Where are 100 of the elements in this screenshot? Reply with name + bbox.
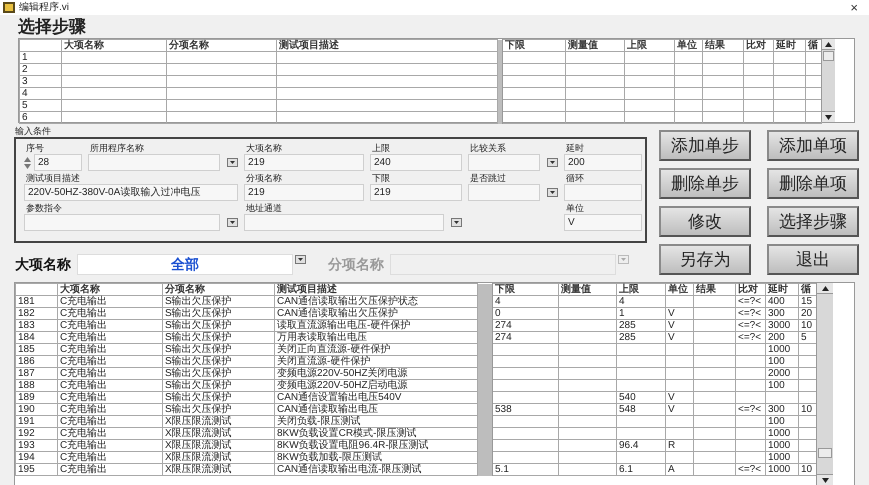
table-cell: 300 xyxy=(768,404,785,415)
input-field[interactable]: 28 xyxy=(34,154,82,171)
table-cell: S输出欠压保护 xyxy=(165,392,232,403)
table-cell: S输出欠压保护 xyxy=(165,296,232,307)
dropdown-button[interactable] xyxy=(227,218,238,227)
scroll-down-button[interactable] xyxy=(817,474,833,485)
close-button[interactable]: × xyxy=(842,1,866,14)
dropdown-button[interactable] xyxy=(227,158,238,167)
input-field[interactable] xyxy=(24,214,220,231)
input-field[interactable] xyxy=(244,214,444,231)
field-label: 测试项目描述 xyxy=(25,172,81,184)
action-button[interactable]: 删除单步 xyxy=(659,168,751,199)
input-field[interactable]: 219 xyxy=(244,154,364,171)
input-field[interactable] xyxy=(88,154,220,171)
scrollbar[interactable] xyxy=(821,39,835,122)
action-button[interactable]: 退出 xyxy=(767,244,859,275)
table-cell: C充电输出 xyxy=(60,332,108,343)
row-number: 186 xyxy=(18,356,35,367)
input-field[interactable]: 220V-50HZ-380V-0A读取输入过冲电压 xyxy=(24,184,238,201)
table-cell: V xyxy=(668,308,675,319)
input-field[interactable]: 219 xyxy=(370,184,462,201)
action-button[interactable]: 选择步骤 xyxy=(767,206,859,237)
column-header: 延时 xyxy=(776,40,796,51)
table-cell: C充电输出 xyxy=(60,356,108,367)
column-header: 比对 xyxy=(738,284,758,295)
table-cell: 1000 xyxy=(768,428,790,439)
field-label: 地址通道 xyxy=(245,202,283,214)
dropdown-button[interactable] xyxy=(451,218,462,227)
table-cell: V xyxy=(668,332,675,343)
table-cell: C充电输出 xyxy=(60,428,108,439)
table-cell: 关闭正向直流源-硬件保护 xyxy=(277,344,390,355)
row-number: 6 xyxy=(22,112,28,123)
input-field[interactable] xyxy=(468,154,540,171)
table-cell: 关闭直流源-硬件保护 xyxy=(277,356,370,367)
input-field[interactable]: 200 xyxy=(564,154,642,171)
table-cell: R xyxy=(668,440,676,451)
dropdown-button[interactable] xyxy=(295,255,306,264)
table-cell: 关闭负载-限压测试 xyxy=(277,416,360,427)
table-cell: 1000 xyxy=(768,344,790,355)
table-cell: C充电输出 xyxy=(60,296,108,307)
section-title: 选择步骤 xyxy=(17,16,87,38)
row-number: 5 xyxy=(22,100,28,111)
input-field[interactable]: 219 xyxy=(244,184,364,201)
table-cell: 变频电源220V-50HZ关闭电源 xyxy=(277,368,408,379)
table-cell: 万用表读取输出电压 xyxy=(277,332,367,343)
table-cell: C充电输出 xyxy=(60,368,108,379)
caret-icon xyxy=(230,161,235,164)
table-cell: 285 xyxy=(619,320,636,331)
table-cell: 15 xyxy=(801,296,812,307)
table-cell: C充电输出 xyxy=(60,404,108,415)
table-cell: CAN通信读取输出欠压保护状态 xyxy=(277,296,418,307)
row-number: 194 xyxy=(18,452,35,463)
input-field[interactable] xyxy=(468,184,540,201)
scrollbar-thumb[interactable] xyxy=(818,448,832,458)
column-header: 分项名称 xyxy=(169,40,209,51)
window-title: 编辑程序.vi xyxy=(19,2,69,14)
table-cell: 8KW负载设置电阻96.4R-限压测试 xyxy=(277,440,429,451)
row-number: 188 xyxy=(18,380,35,391)
table-cell: 100 xyxy=(768,380,785,391)
scroll-up-button[interactable] xyxy=(817,283,833,294)
scrollbar-thumb[interactable] xyxy=(823,51,834,61)
input-field[interactable]: V xyxy=(564,214,642,231)
table-cell: 300 xyxy=(768,308,785,319)
column-header: 下限 xyxy=(505,40,525,51)
caret-icon xyxy=(550,191,555,194)
row-number: 182 xyxy=(18,308,35,319)
column-header: 单位 xyxy=(677,40,697,51)
arrow-down-icon xyxy=(825,114,832,120)
scroll-down-button[interactable] xyxy=(822,111,835,122)
table-cell: 5.1 xyxy=(495,464,509,475)
filter-dropdown[interactable]: 全部 xyxy=(77,254,293,274)
dropdown-button[interactable] xyxy=(547,188,558,197)
input-field[interactable]: 240 xyxy=(370,154,462,171)
table-cell: 1000 xyxy=(768,452,790,463)
column-header: 下限 xyxy=(495,284,515,295)
field-label: 所用程序名称 xyxy=(89,142,145,154)
table-cell: 285 xyxy=(619,332,636,343)
dropdown-button[interactable] xyxy=(547,158,558,167)
table-cell: 5 xyxy=(801,332,807,343)
action-button[interactable]: 删除单项 xyxy=(767,168,859,199)
column-header: 循 xyxy=(808,40,818,51)
group-label: 输入条件 xyxy=(14,126,52,137)
table-cell: S输出欠压保护 xyxy=(165,356,232,367)
action-button[interactable]: 另存为 xyxy=(659,244,751,275)
table-cell: 3000 xyxy=(768,320,790,331)
input-field[interactable] xyxy=(564,184,642,201)
row-number: 190 xyxy=(18,404,35,415)
action-button[interactable]: 添加单步 xyxy=(659,130,751,161)
caret-icon xyxy=(621,258,626,261)
action-button[interactable]: 修改 xyxy=(659,206,751,237)
table-cell: 540 xyxy=(619,392,636,403)
scroll-up-button[interactable] xyxy=(822,39,835,50)
row-number: 195 xyxy=(18,464,35,475)
column-header: 大项名称 xyxy=(64,40,104,51)
scrollbar[interactable] xyxy=(816,283,833,485)
row-number: 189 xyxy=(18,392,35,403)
action-button[interactable]: 添加单项 xyxy=(767,130,859,161)
row-number: 1 xyxy=(22,52,28,63)
spinner-icon[interactable] xyxy=(24,156,31,170)
caret-icon xyxy=(298,258,303,261)
